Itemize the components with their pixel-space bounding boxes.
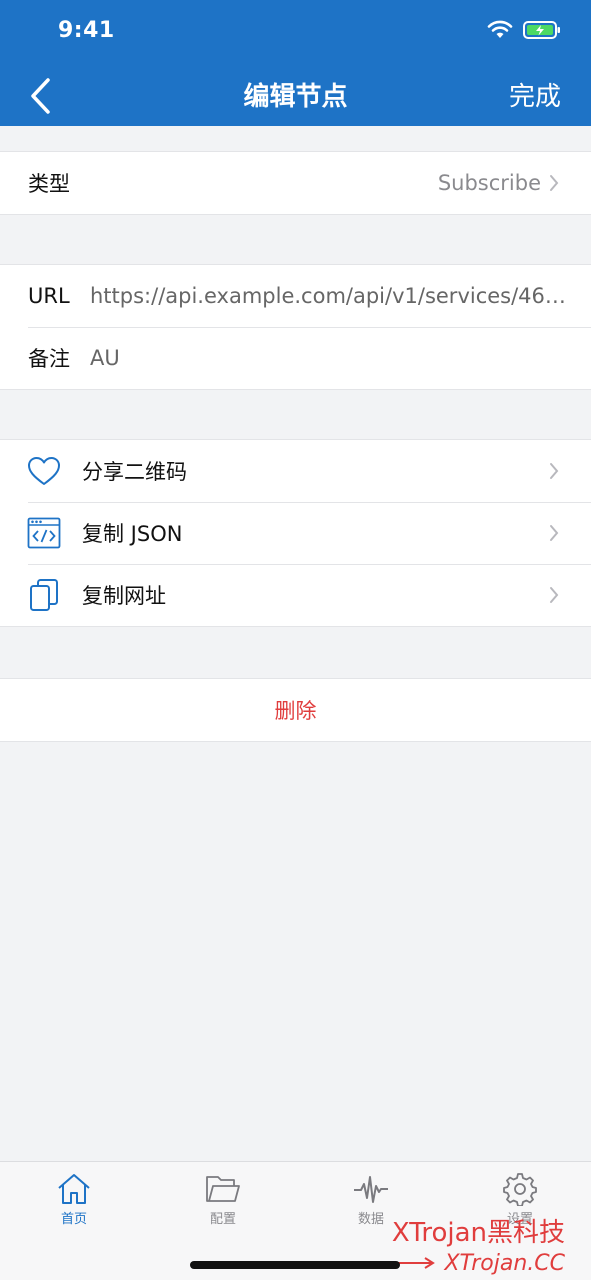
- details-group: URL https://api.example.com/api/v1/servi…: [0, 264, 591, 390]
- tab-home[interactable]: 首页: [19, 1172, 129, 1227]
- type-row[interactable]: 类型 Subscribe: [0, 152, 591, 214]
- tab-config-label: 配置: [209, 1212, 236, 1227]
- url-row[interactable]: URL https://api.example.com/api/v1/servi…: [0, 265, 591, 327]
- page-title: 编辑节点: [243, 82, 348, 112]
- gear-icon: [503, 1173, 537, 1206]
- note-value[interactable]: AU: [90, 346, 120, 370]
- delete-button[interactable]: 删除: [0, 679, 591, 741]
- share-qr-label: 分享二维码: [82, 460, 187, 484]
- done-button[interactable]: 完成: [509, 76, 561, 113]
- copy-url-row[interactable]: 复制网址: [0, 564, 591, 626]
- wifi-icon: [487, 20, 513, 44]
- tab-config[interactable]: 配置: [168, 1172, 278, 1227]
- battery-charging-icon: [523, 20, 561, 44]
- watermark-url-text: XTrojan.CC: [444, 1251, 565, 1276]
- note-row[interactable]: 备注 AU: [0, 327, 591, 389]
- watermark: XTrojan黑科技 XTrojan.CC: [392, 1212, 565, 1276]
- folder-icon: [206, 1176, 240, 1202]
- watermark-title: XTrojan黑科技: [391, 1218, 565, 1248]
- tab-data-label: 数据: [357, 1212, 384, 1227]
- chevron-right-icon: [549, 174, 561, 192]
- status-time: 9:41: [58, 18, 115, 43]
- note-label: 备注: [28, 347, 70, 371]
- arrow-right-icon: [393, 1251, 444, 1276]
- chevron-right-icon: [549, 586, 561, 604]
- nav-header: 9:41 编辑节点 完成: [0, 0, 591, 126]
- pulse-icon: [354, 1176, 388, 1203]
- url-value[interactable]: https://api.example.com/api/v1/services/…: [90, 284, 567, 308]
- type-label: 类型: [28, 172, 70, 196]
- delete-label: 删除: [274, 699, 317, 723]
- share-qr-row[interactable]: 分享二维码: [0, 440, 591, 502]
- code-window-icon: [26, 515, 62, 551]
- actions-group: 分享二维码 复制 JSON 复制网址: [0, 439, 591, 627]
- copy-icon: [26, 577, 62, 613]
- delete-group: 删除: [0, 678, 591, 742]
- url-label: URL: [28, 284, 70, 308]
- copy-json-row[interactable]: 复制 JSON: [0, 502, 591, 564]
- heart-icon: [26, 453, 62, 489]
- chevron-right-icon: [549, 462, 561, 480]
- copy-url-label: 复制网址: [82, 584, 166, 608]
- type-group: 类型 Subscribe: [0, 151, 591, 215]
- home-icon: [58, 1174, 90, 1204]
- chevron-right-icon: [549, 524, 561, 542]
- watermark-url: XTrojan.CC: [392, 1251, 565, 1276]
- status-icons: [487, 18, 561, 46]
- tab-home-label: 首页: [60, 1212, 87, 1227]
- home-indicator[interactable]: [190, 1261, 400, 1269]
- type-value: Subscribe: [437, 171, 541, 195]
- copy-json-label: 复制 JSON: [82, 522, 183, 546]
